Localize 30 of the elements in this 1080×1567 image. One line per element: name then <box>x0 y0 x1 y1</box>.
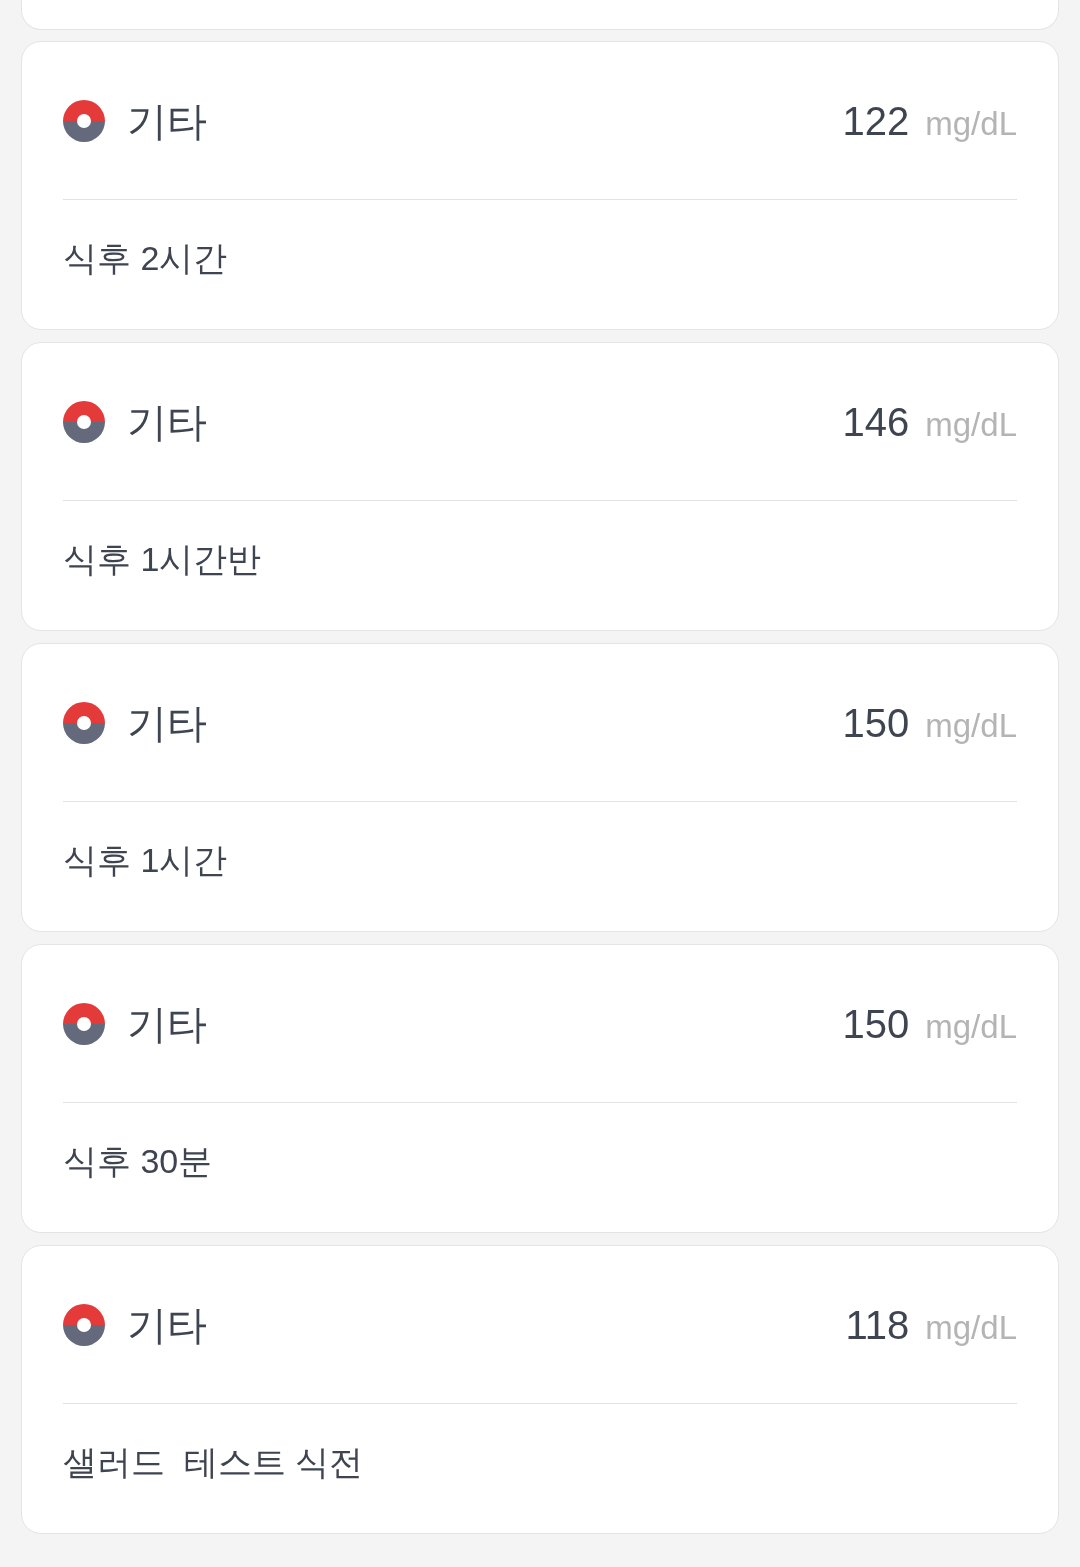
ring-icon <box>63 99 105 142</box>
ring-icon <box>63 1002 105 1045</box>
category-label: 기타 <box>127 97 207 145</box>
unit-label: mg/dL <box>925 1006 1017 1047</box>
reading-card[interactable]: 기타 122 mg/dL 식후 2시간 <box>21 41 1059 330</box>
unit-label: mg/dL <box>925 705 1017 746</box>
note-text: 샐러드 테스트 식전 <box>63 1443 364 1481</box>
reading-card[interactable]: 기타 118 mg/dL 샐러드 테스트 식전 <box>21 1245 1059 1534</box>
ring-icon <box>63 1303 105 1346</box>
ring-icon <box>63 400 105 443</box>
note-text: 식후 1시간 <box>63 841 228 879</box>
unit-label: mg/dL <box>925 404 1017 445</box>
note-text: 식후 1시간반 <box>63 540 262 578</box>
unit-label: mg/dL <box>925 103 1017 144</box>
glucose-value: 150 <box>842 699 910 747</box>
reading-card[interactable]: 기타 150 mg/dL 식후 30분 <box>21 944 1059 1233</box>
note-text: 식후 2시간 <box>63 239 228 277</box>
category-label: 기타 <box>127 398 207 446</box>
reading-card[interactable]: 기타 150 mg/dL 식후 1시간 <box>21 643 1059 932</box>
glucose-value: 118 <box>845 1301 910 1349</box>
glucose-value: 146 <box>842 398 910 446</box>
note-text: 식후 30분 <box>63 1142 213 1180</box>
ring-icon <box>63 701 105 744</box>
category-label: 기타 <box>127 699 207 747</box>
reading-card[interactable]: 기타 146 mg/dL 식후 1시간반 <box>21 342 1059 631</box>
unit-label: mg/dL <box>925 1307 1017 1348</box>
glucose-value: 122 <box>842 97 910 145</box>
glucose-value: 150 <box>842 1000 910 1048</box>
category-label: 기타 <box>127 1301 207 1349</box>
category-label: 기타 <box>127 1000 207 1048</box>
